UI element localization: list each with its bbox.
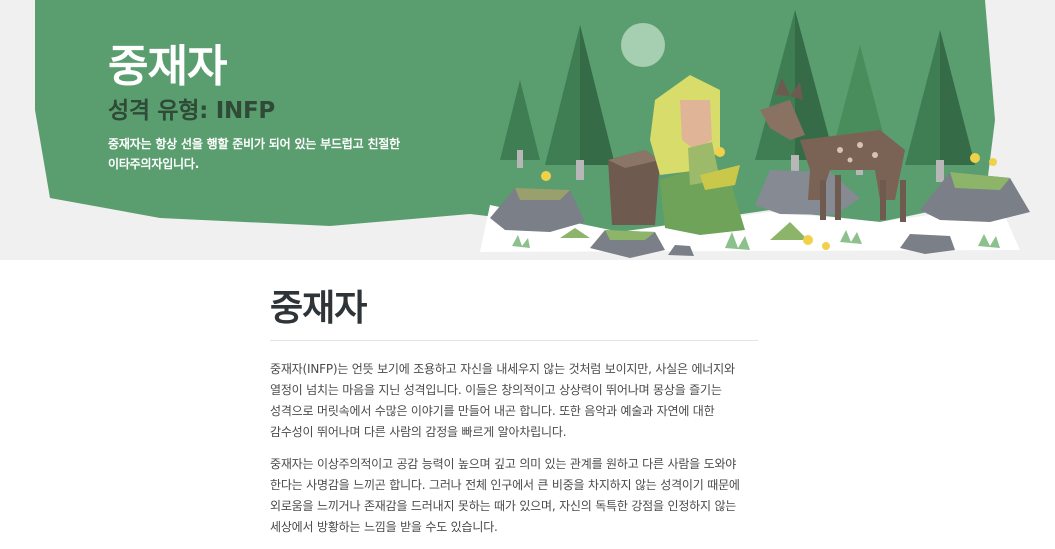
title-divider xyxy=(270,340,758,341)
rock-icon xyxy=(900,234,955,254)
hero-text-block: 중재자 성격 유형: INFP 중재자는 항상 선을 행할 준비가 되어 있는 … xyxy=(108,40,448,174)
hero-title: 중재자 xyxy=(108,41,227,92)
hero-description: 중재자는 항상 선을 행할 준비가 되어 있는 부드럽고 친절한 이타주의자입니… xyxy=(108,137,400,171)
tree-stump-icon xyxy=(608,150,660,225)
flower-icon xyxy=(541,171,551,181)
article-title: 중재자 xyxy=(270,288,367,329)
personality-type-label: 성격 유형: INFP xyxy=(108,98,275,124)
article-paragraph: 중재자(INFP)는 언뜻 보기에 조용하고 자신을 내세우지 않는 것처럼 보… xyxy=(270,362,735,439)
flower-icon xyxy=(803,235,813,245)
flower-icon xyxy=(970,153,980,163)
moon-icon xyxy=(621,23,665,67)
flower-icon xyxy=(989,158,997,166)
article-paragraph: 중재자는 이상주의적이고 공감 능력이 높으며 깊고 의미 있는 관계를 원하고… xyxy=(270,457,740,534)
flower-icon xyxy=(822,242,830,250)
article-section: 중재자 중재자(INFP)는 언뜻 보기에 조용하고 자신을 내세우지 않는 것… xyxy=(270,280,760,549)
